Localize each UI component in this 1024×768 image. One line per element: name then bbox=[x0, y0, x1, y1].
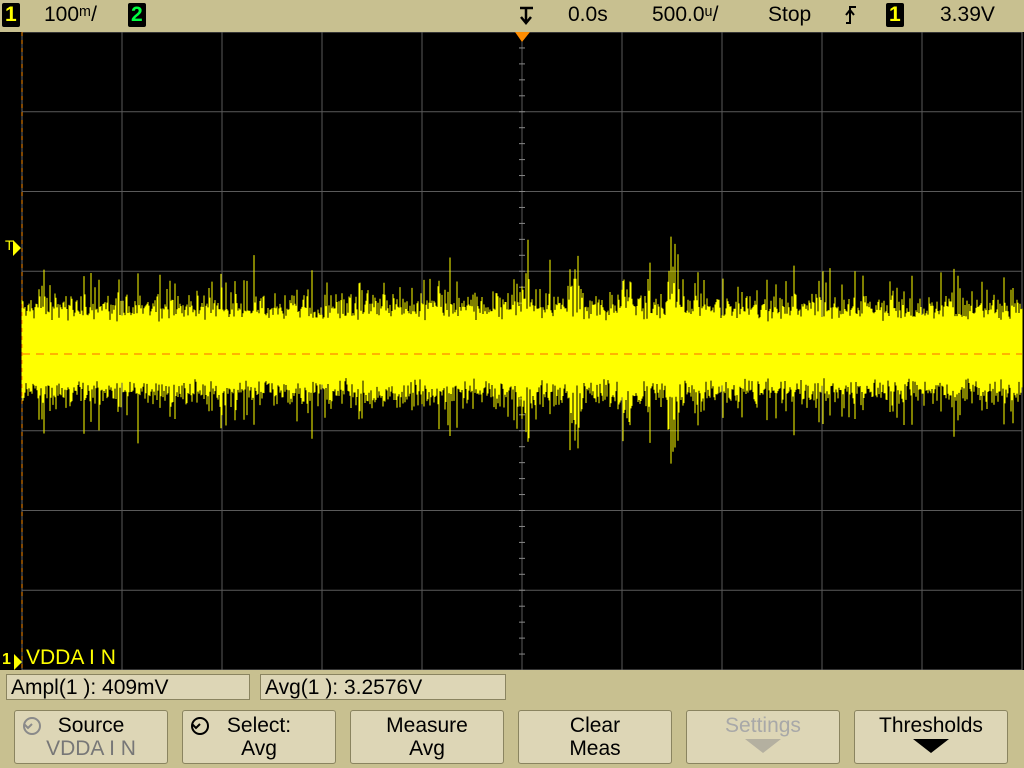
source-softkey-value: VDDA I N bbox=[46, 737, 136, 760]
run-state: Stop bbox=[768, 3, 812, 26]
clear-meas-softkey-line1: Clear bbox=[569, 714, 621, 737]
channel1-badge: 1 bbox=[2, 3, 20, 27]
settings-softkey[interactable]: Settings bbox=[686, 710, 840, 764]
measurement-average: Avg(1 ): 3.2576V bbox=[260, 674, 506, 700]
down-arrow-icon bbox=[745, 739, 781, 753]
channel1-name-label: VDDA I N bbox=[26, 646, 116, 669]
thresholds-softkey-label: Thresholds bbox=[879, 714, 983, 737]
channel1-marker: 1 bbox=[2, 651, 11, 668]
rising-edge-icon bbox=[843, 4, 859, 32]
trigger-level-arrow bbox=[13, 240, 21, 256]
measure-softkey-label: Measure bbox=[386, 714, 468, 737]
measure-softkey-value: Avg bbox=[409, 737, 445, 760]
cycle-icon bbox=[23, 717, 41, 735]
time-scale: 500.0ᵘ/ bbox=[652, 3, 719, 26]
waveform-canvas: T 1 VDDA I N bbox=[2, 32, 1023, 670]
settings-softkey-label: Settings bbox=[725, 714, 801, 737]
channel2-badge: 2 bbox=[128, 3, 146, 27]
trigger-position-marker bbox=[515, 32, 530, 42]
trigger-level: 3.39V bbox=[940, 3, 995, 26]
source-softkey[interactable]: Source VDDA I N bbox=[14, 710, 168, 764]
down-arrow-icon bbox=[913, 739, 949, 753]
trigger-level-marker: T bbox=[5, 237, 14, 253]
channel2-indicator[interactable]: 2 bbox=[128, 3, 146, 27]
trigger-position-icon bbox=[516, 4, 538, 32]
measurement-bar: Ampl(1 ): 409mV Avg(1 ): 3.2576V bbox=[0, 670, 1024, 706]
select-softkey-value: Avg bbox=[241, 737, 277, 760]
measure-softkey[interactable]: Measure Avg bbox=[350, 710, 504, 764]
time-offset: 0.0s bbox=[568, 3, 608, 26]
measurement-amplitude: Ampl(1 ): 409mV bbox=[6, 674, 250, 700]
clear-meas-softkey[interactable]: Clear Meas bbox=[518, 710, 672, 764]
trigger-source-badge: 1 bbox=[886, 3, 904, 27]
softkey-bar: Source VDDA I N Select: Avg Measure Avg … bbox=[0, 706, 1024, 768]
thresholds-softkey[interactable]: Thresholds bbox=[854, 710, 1008, 764]
trigger-source-indicator[interactable]: 1 bbox=[886, 3, 904, 27]
status-bar: 1 100ᵐ/ 2 0.0s 500.0ᵘ/ Stop 1 3.39V bbox=[0, 0, 1024, 32]
cycle-icon bbox=[191, 717, 209, 735]
clear-meas-softkey-line2: Meas bbox=[569, 737, 621, 760]
waveform-display[interactable]: T 1 VDDA I N bbox=[0, 32, 1024, 670]
channel1-scale: 100ᵐ/ bbox=[44, 3, 97, 26]
channel1-indicator[interactable]: 1 bbox=[2, 3, 20, 27]
select-softkey[interactable]: Select: Avg bbox=[182, 710, 336, 764]
channel1-ground-arrow bbox=[14, 654, 22, 670]
